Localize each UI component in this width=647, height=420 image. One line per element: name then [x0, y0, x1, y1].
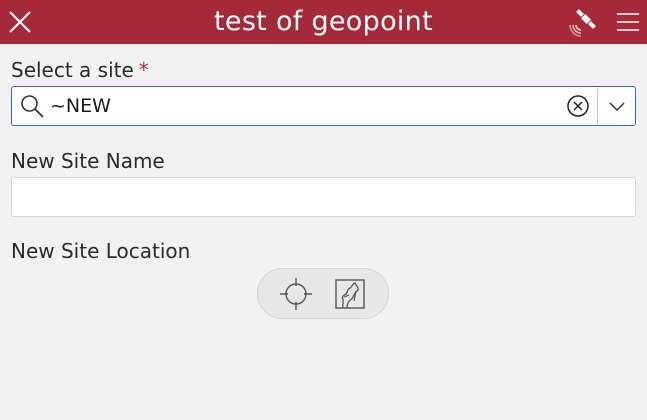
app-header: test of geopoint — [0, 0, 647, 44]
chevron-down-icon — [608, 102, 625, 112]
site-combobox[interactable]: ~NEW — [11, 86, 636, 126]
hamburger-icon — [617, 13, 639, 31]
site-combobox-value[interactable]: ~NEW — [50, 95, 565, 117]
satellite-icon — [569, 9, 596, 37]
locate-button[interactable] — [276, 274, 316, 314]
clear-selection-button[interactable] — [565, 93, 591, 119]
site-dropdown-button[interactable] — [598, 87, 635, 125]
crosshair-icon — [280, 277, 312, 310]
menu-button[interactable] — [611, 5, 645, 39]
required-indicator: * — [138, 58, 149, 82]
geopoint-controls — [257, 268, 389, 319]
site-label-text: Select a site — [11, 58, 134, 82]
map-icon — [335, 278, 365, 309]
site-location-label: New Site Location — [11, 239, 191, 263]
site-label: Select a site * — [11, 58, 149, 82]
map-button[interactable] — [330, 274, 370, 314]
close-icon — [9, 11, 31, 33]
site-name-label: New Site Name — [11, 149, 165, 173]
page-title: test of geopoint — [214, 5, 433, 37]
clear-circle-icon — [567, 95, 589, 117]
gps-status-button[interactable] — [566, 4, 602, 40]
close-button[interactable] — [4, 5, 36, 39]
search-icon — [18, 92, 46, 120]
site-name-input[interactable] — [11, 177, 636, 217]
